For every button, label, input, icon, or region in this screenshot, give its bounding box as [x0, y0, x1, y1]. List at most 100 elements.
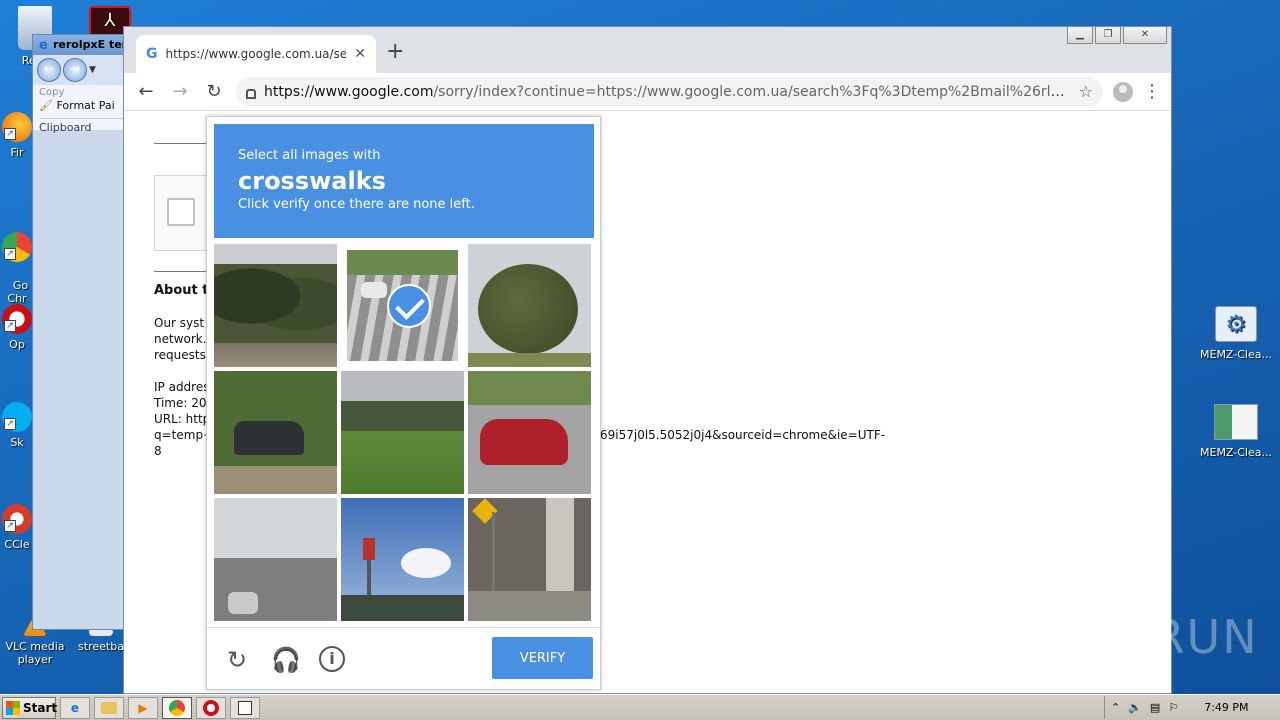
menu-dots-icon[interactable]: ⋮: [1143, 81, 1161, 102]
desktop-icon-memz-clean-2[interactable]: MEMZ-Clea...: [1196, 404, 1276, 459]
verify-button[interactable]: VERIFY: [492, 637, 593, 679]
captcha-tile[interactable]: [341, 498, 464, 621]
ie-window: e rerolpxE ten ← → ▼ Copy 🖌 Format Pai C…: [32, 34, 132, 630]
system-tray: ⌃ 🔈 ▤ ⚐ 7:49 PM: [1104, 696, 1280, 719]
windows-logo-icon: [6, 700, 20, 715]
headphones-icon[interactable]: 🎧: [271, 646, 301, 674]
desktop-icon-label: Go Chr: [7, 279, 29, 305]
captcha-footer: ↻ 🎧 i VERIFY: [207, 627, 600, 689]
info-icon[interactable]: i: [319, 646, 345, 672]
divider: [154, 271, 214, 272]
captcha-instruction: Select all images with: [238, 148, 381, 163]
start-button[interactable]: Start: [2, 696, 57, 719]
captcha-grid: [214, 244, 594, 621]
captcha-tile[interactable]: [468, 244, 591, 367]
chrome-icon: [169, 699, 185, 716]
taskbar-app[interactable]: [230, 696, 260, 719]
captcha-tile[interactable]: [468, 371, 591, 494]
skype-icon: ↗: [2, 402, 32, 432]
recaptcha-anchor: [154, 175, 214, 251]
volume-icon[interactable]: 🔈: [1128, 701, 1142, 714]
folder-icon: [101, 701, 117, 714]
desktop-icon-chrome[interactable]: ↗ Go Chr: [0, 206, 34, 305]
desktop-icon-label: Sk: [10, 436, 24, 449]
tab-strip: G https://www.google.com.ua/search? ✕ + …: [124, 27, 1171, 73]
reload-icon[interactable]: ↻: [223, 646, 251, 674]
about-paragraph: Our syst network. requests: [154, 316, 207, 362]
chevron-up-icon[interactable]: ⌃: [1111, 701, 1120, 714]
tab-title: https://www.google.com.ua/search?: [165, 47, 347, 61]
url-text[interactable]: https://www.google.com/sorry/index?conti…: [264, 84, 1071, 100]
captcha-tile[interactable]: [214, 244, 337, 367]
lock-icon[interactable]: [246, 88, 256, 99]
browser-toolbar: ← → ↻ https://www.google.com/sorry/index…: [124, 73, 1171, 111]
anyrun-watermark: ANY RUN: [1036, 610, 1259, 664]
desktop-icon-memz-clean-1[interactable]: ⚙ MEMZ-Clea...: [1196, 306, 1276, 361]
chrome-icon: ↗: [2, 232, 32, 262]
reload-icon[interactable]: ↻: [202, 80, 226, 104]
chevron-down-icon[interactable]: ▼: [89, 65, 96, 75]
captcha-tile[interactable]: [214, 498, 337, 621]
desktop-icon-opera[interactable]: ↗ Op: [0, 304, 34, 351]
desktop-icon-ccleaner[interactable]: ↗ CCle: [0, 504, 34, 551]
opera-icon: [203, 699, 219, 716]
captcha-header: Select all images with crosswalks Click …: [214, 124, 594, 238]
flag-icon[interactable]: ⚐: [1168, 701, 1178, 714]
taskbar-media[interactable]: ▶: [128, 696, 158, 719]
check-icon: [387, 284, 431, 328]
desktop-icon-label: MEMZ-Clea...: [1200, 348, 1272, 361]
forward-arrow-icon[interactable]: →: [63, 58, 87, 82]
new-tab-button[interactable]: +: [386, 39, 404, 64]
clock[interactable]: 7:49 PM: [1204, 701, 1248, 714]
minimize-button[interactable]: ▁: [1067, 27, 1093, 44]
ie-ribbon: Copy 🖌 Format Pai Clipboard: [33, 85, 131, 134]
firefox-icon: ↗: [2, 112, 32, 142]
taskbar-chrome[interactable]: [162, 696, 192, 719]
ribbon-group-label: Clipboard: [39, 118, 125, 134]
forward-arrow-icon[interactable]: →: [168, 80, 192, 104]
captcha-tile[interactable]: [468, 498, 591, 621]
taskbar-opera[interactable]: [196, 696, 226, 719]
request-details: IP addres Time: 20 URL: http q=temp+ 8: [154, 380, 214, 458]
close-icon[interactable]: ✕: [354, 46, 366, 62]
captcha-subinstruction: Click verify once there are none left.: [238, 197, 475, 212]
media-player-icon: ▶: [138, 700, 148, 715]
back-arrow-icon[interactable]: ←: [134, 80, 158, 104]
back-arrow-icon[interactable]: ←: [37, 58, 61, 82]
bookmark-star-icon[interactable]: ☆: [1079, 82, 1093, 101]
brush-icon: 🖌: [39, 99, 53, 112]
ie-icon: e: [70, 700, 80, 715]
captcha-tile-selected[interactable]: [341, 244, 464, 367]
recaptcha-checkbox[interactable]: [167, 198, 195, 226]
network-icon[interactable]: ▤: [1150, 701, 1160, 714]
ccleaner-icon: ↗: [2, 504, 32, 534]
captcha-tile[interactable]: [214, 371, 337, 494]
calendar-icon: [238, 700, 252, 715]
desktop-icon-label: MEMZ-Clea...: [1200, 446, 1272, 459]
taskbar: Start e ▶ ⌃ 🔈 ▤ ⚐ 7:49 PM: [0, 694, 1280, 720]
settings-gear-icon: ⚙: [1215, 306, 1257, 342]
divider: [154, 143, 214, 144]
window-controls: ▁ ❐ ✕: [1067, 27, 1167, 44]
desktop-icon-firefox[interactable]: ↗ Fir: [0, 112, 34, 159]
ribbon-format-painter[interactable]: 🖌 Format Pai: [39, 99, 125, 112]
desktop-icon-label: VLC media player: [5, 640, 65, 666]
address-bar[interactable]: https://www.google.com/sorry/index?conti…: [236, 76, 1103, 107]
ie-title-bar[interactable]: e rerolpxE ten: [33, 35, 131, 55]
desktop-icon-label: Op: [9, 338, 25, 351]
captcha-target: crosswalks: [238, 167, 386, 195]
desktop-icon-skype[interactable]: ↗ Sk: [0, 402, 34, 449]
taskbar-explorer[interactable]: [94, 696, 124, 719]
desktop-icon-label: Fir: [10, 146, 24, 159]
close-window-button[interactable]: ✕: [1123, 27, 1167, 44]
desktop-icon-label: streetba: [78, 640, 124, 653]
profile-avatar-icon[interactable]: [1113, 81, 1133, 102]
captcha-challenge: Select all images with crosswalks Click …: [206, 116, 601, 690]
taskbar-ie[interactable]: e: [60, 696, 90, 719]
ie-title: rerolpxE ten: [53, 38, 130, 51]
restore-button[interactable]: ❐: [1095, 27, 1121, 44]
ribbon-copy[interactable]: Copy: [39, 87, 125, 99]
ie-logo-icon: e: [39, 38, 48, 53]
tab-google-sorry[interactable]: G https://www.google.com.ua/search? ✕: [136, 35, 376, 73]
captcha-tile[interactable]: [341, 371, 464, 494]
